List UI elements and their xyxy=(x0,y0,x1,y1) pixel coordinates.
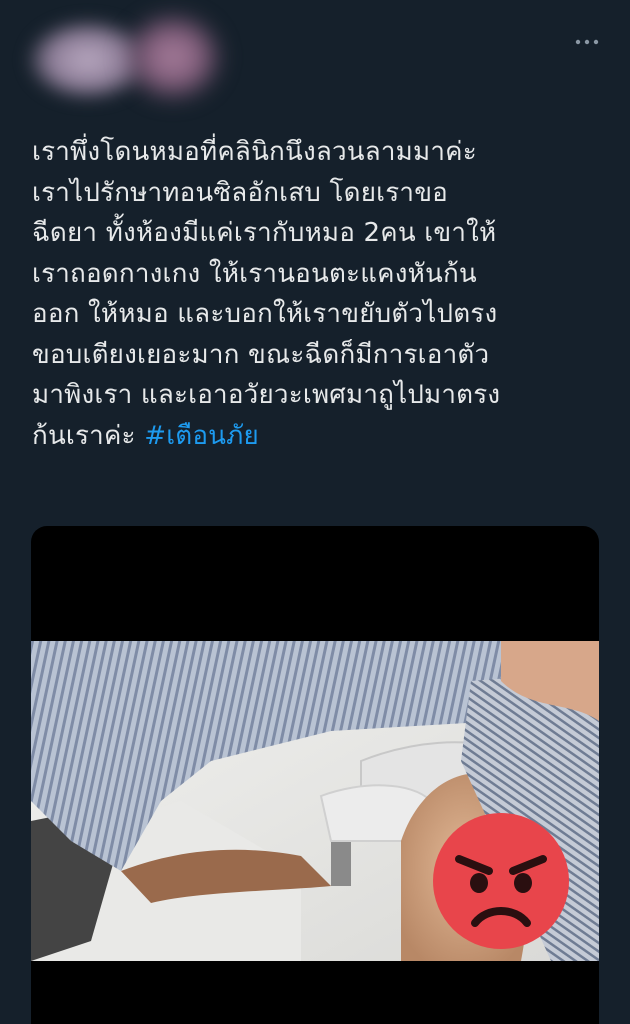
tweet-text-last-line: ก้นเราค่ะ #เตือนภัย xyxy=(32,416,602,457)
tweet-text-line: เราพึ่งโดนหมอที่คลินิกนึงลวนลามมาค่ะ xyxy=(32,137,477,167)
tweet-text-line: เราถอดกางเกง ให้เรานอนตะแคงหันก้น xyxy=(32,258,477,289)
tweet-card: เราพึ่งโดนหมอที่คลินิกนึงลวนลามมาค่ะ เรา… xyxy=(0,0,630,1024)
tweet-text-line: ออก ให้หมอ และบอกให้เราขยับตัวไปตรง xyxy=(32,299,498,329)
tweet-text-line: ขอบเตียงเยอะมาก ขณะฉีดก็มีการเอาตัว xyxy=(32,339,490,370)
tweet-text: เราพึ่งโดนหมอที่คลินิกนึงลวนลามมาค่ะ เรา… xyxy=(32,132,602,456)
avatar-blur-right xyxy=(123,12,223,102)
tweet-text-line: เราไปรักษาทอนซิลอักเสบ โดยเราขอ xyxy=(32,177,448,208)
more-horizontal-icon[interactable] xyxy=(574,36,600,48)
tweet-text-line: ฉีดยา ทั้งห้องมีแค่เรากับหมอ 2คน เขาให้ xyxy=(32,218,497,248)
tweet-text-line: มาพิงเรา และเอาอวัยวะเพศมาถูไปมาตรง xyxy=(32,380,501,410)
hashtag-link[interactable]: #เตือนภัย xyxy=(144,421,259,451)
tweet-text-fragment: ก้นเราค่ะ xyxy=(32,420,145,451)
media-attachment[interactable] xyxy=(31,526,599,1024)
angry-face-icon xyxy=(433,813,569,949)
avatar[interactable] xyxy=(28,12,223,107)
